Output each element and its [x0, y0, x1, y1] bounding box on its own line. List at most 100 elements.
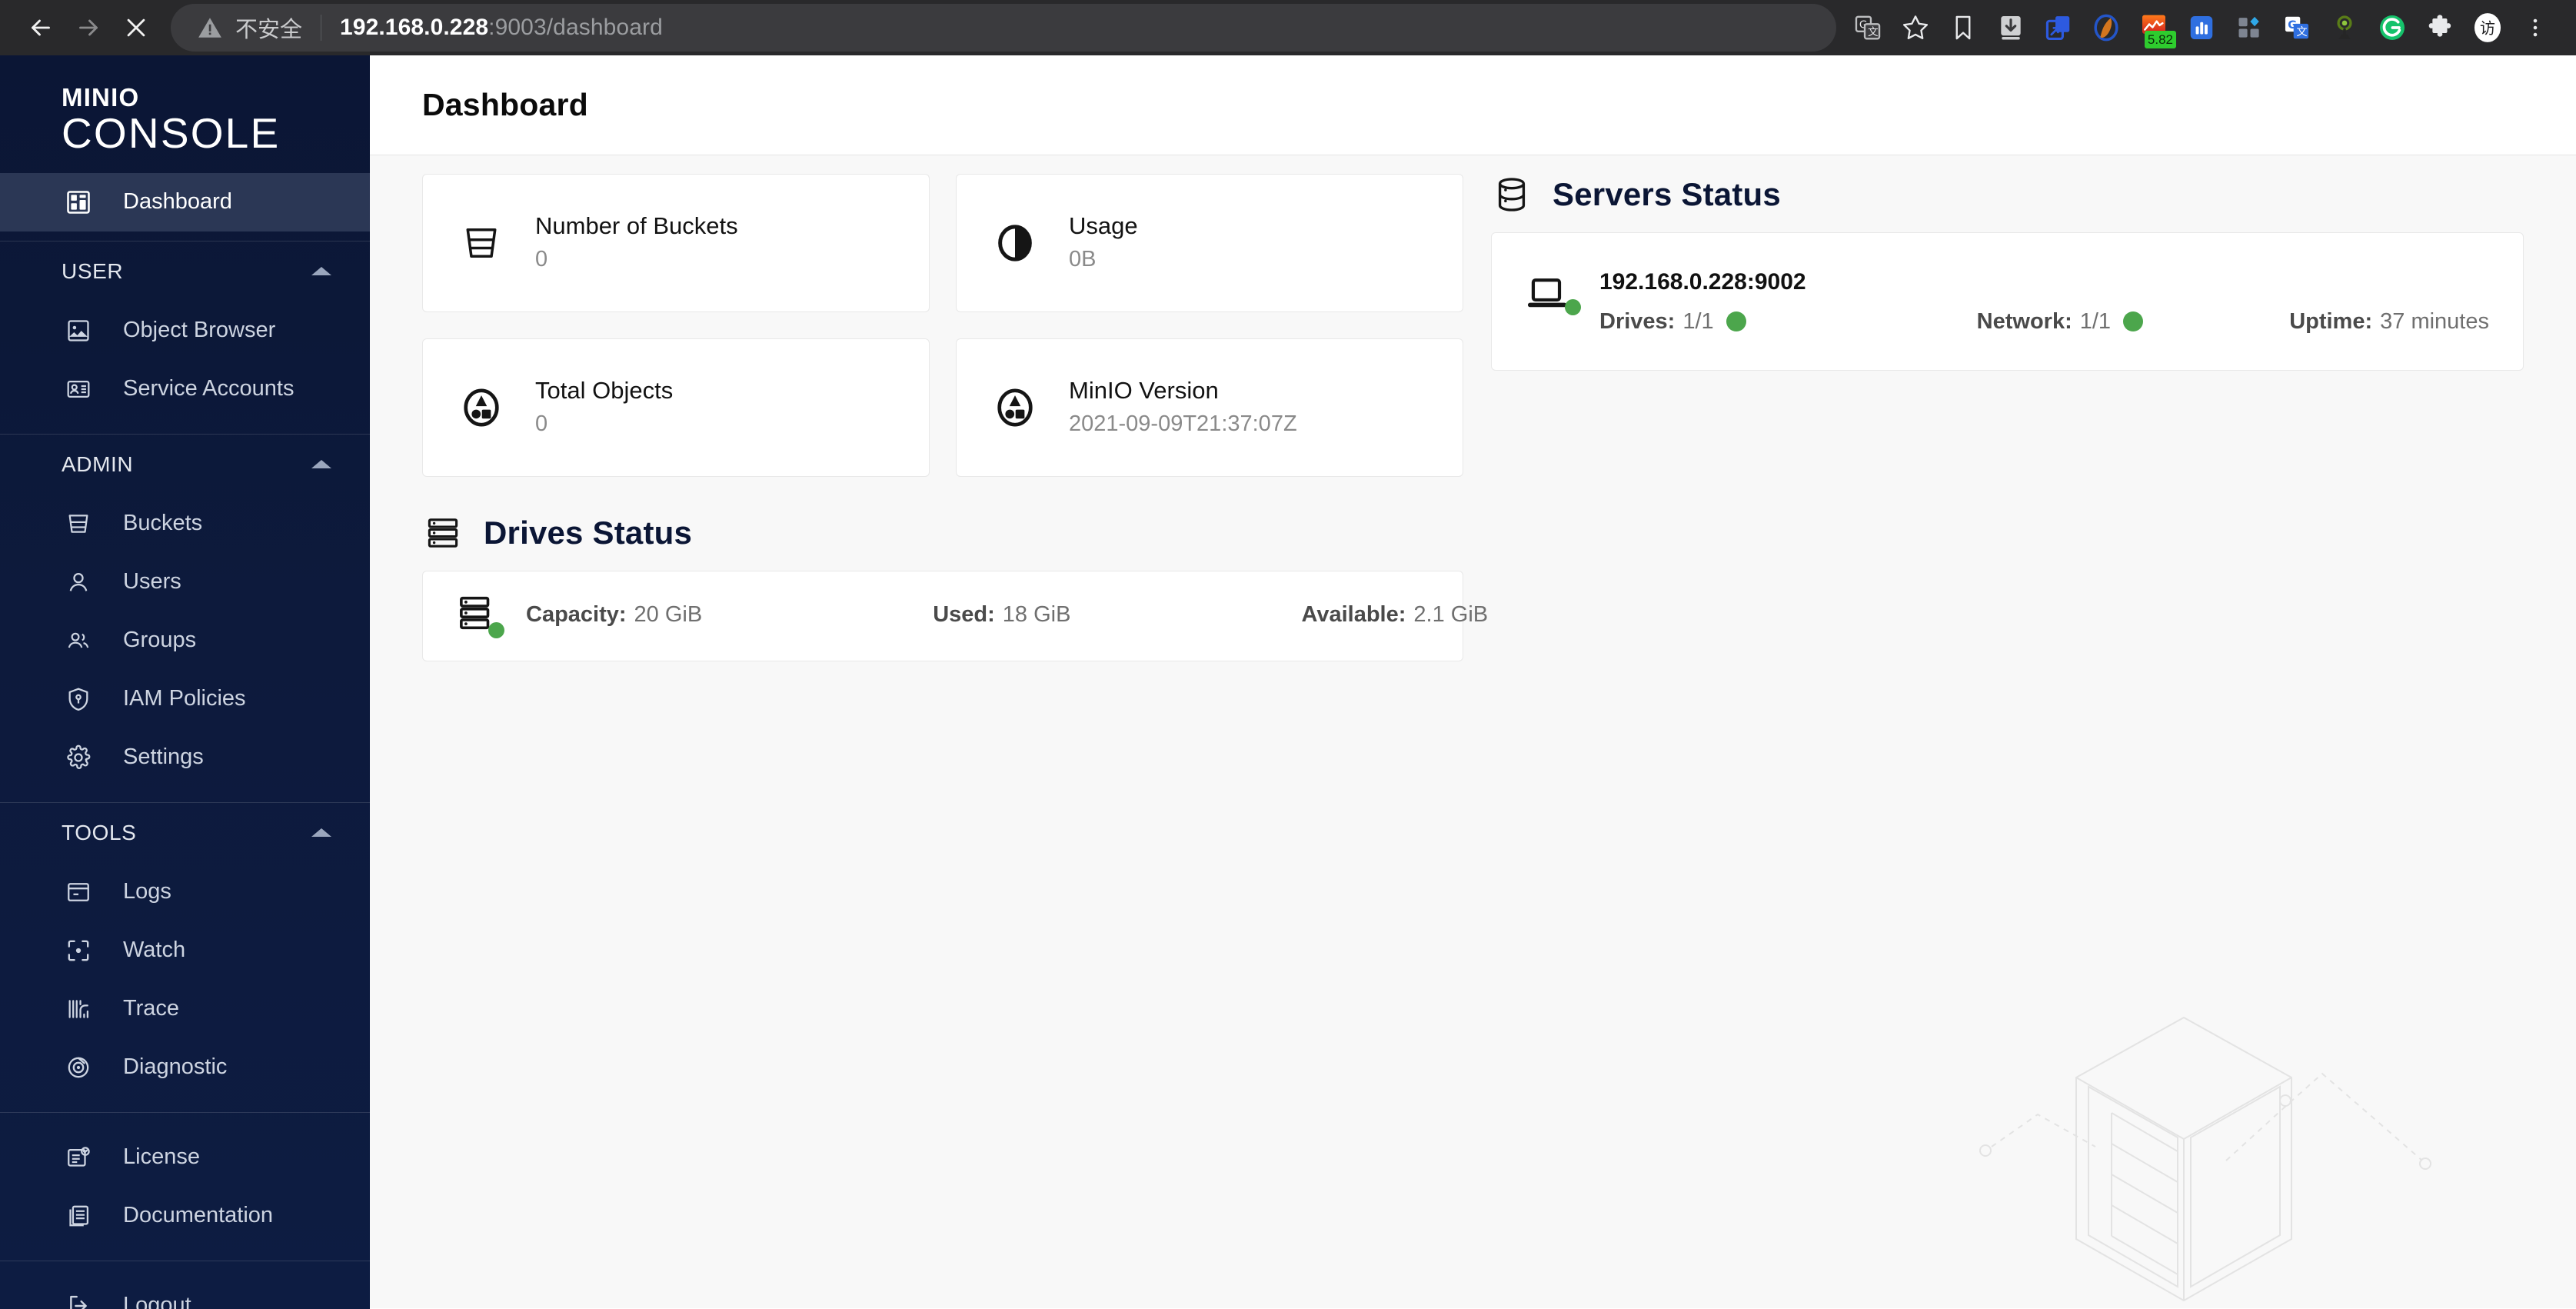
- logs-icon: [62, 875, 95, 909]
- sidebar-item-label: Groups: [123, 628, 197, 653]
- server-uptime-label: Uptime:: [2289, 308, 2373, 334]
- sidebar-item-label: Logs: [123, 879, 171, 904]
- sidebar-item-settings[interactable]: Settings: [0, 728, 370, 787]
- back-arrow-icon[interactable]: [17, 4, 65, 52]
- translate-icon[interactable]: G 文: [1844, 4, 1892, 52]
- drive-capacity: Capacity: 20 GiB: [526, 602, 702, 628]
- drives-status-dot: [1726, 311, 1746, 331]
- sidebar-item-watch[interactable]: Watch: [0, 921, 370, 980]
- drive-capacity-value: 20 GiB: [634, 601, 703, 627]
- drives-icon: [422, 512, 464, 554]
- sidebar-group-admin-title: ADMIN: [62, 451, 134, 476]
- kpi-row-2: Total Objects 0 MinIO Version 2021-09-09…: [422, 338, 1463, 477]
- profile-avatar-icon[interactable]: 访: [2464, 4, 2511, 52]
- sidebar-item-buckets[interactable]: Buckets: [0, 495, 370, 553]
- grammarly-extension-icon[interactable]: [2368, 4, 2416, 52]
- sidebar-group-logout: Logout: [0, 1261, 370, 1309]
- sidebar-item-label: Trace: [123, 996, 180, 1021]
- dashboard-left-column: Number of Buckets 0 Usage 0B Total Objec…: [422, 174, 1488, 661]
- kpi-label: Total Objects: [535, 376, 674, 404]
- sidebar-item-users[interactable]: Users: [0, 553, 370, 611]
- sidebar-group-admin-header[interactable]: ADMIN: [0, 435, 370, 495]
- object-browser-icon: [62, 314, 95, 348]
- dashboard-columns: Number of Buckets 0 Usage 0B Total Objec…: [422, 174, 2524, 661]
- kpi-value: 0: [535, 247, 548, 272]
- sidebar-item-logout[interactable]: Logout: [0, 1277, 370, 1309]
- servers-status-panel: 192.168.0.228:9002 Drives: 1/1 Network: …: [1491, 232, 2524, 371]
- browser-menu-icon[interactable]: [2511, 4, 2559, 52]
- address-bar[interactable]: 不安全 192.168.0.228:9003/dashboard: [171, 4, 1836, 52]
- sidebar-group-tools-title: TOOLS: [62, 820, 137, 844]
- drive-capacity-label: Capacity:: [526, 601, 627, 627]
- bookmark-star-icon[interactable]: [1892, 4, 1939, 52]
- drive-available-value: 2.1 GiB: [1413, 601, 1489, 627]
- minio-console-logo: MINIO CONSOLE: [0, 55, 370, 158]
- sidebar-group-user-title: USER: [62, 258, 124, 283]
- kpi-value: 2021-09-09T21:37:07Z: [1069, 411, 1297, 437]
- sidebar-group-admin: ADMIN Buckets Users Groups IAM Policies …: [0, 435, 370, 803]
- diagnostic-icon: [62, 1051, 95, 1084]
- sidebar-item-iam-policies[interactable]: IAM Policies: [0, 670, 370, 728]
- server-host: 192.168.0.228:9002: [1599, 268, 1806, 295]
- objects-icon: [990, 383, 1040, 432]
- sidebar-item-documentation[interactable]: Documentation: [0, 1187, 370, 1245]
- sidebar-item-groups[interactable]: Groups: [0, 611, 370, 670]
- user-icon: [62, 565, 95, 599]
- chevron-up-icon: [311, 267, 331, 276]
- sidebar-item-license[interactable]: License: [0, 1128, 370, 1187]
- drive-status-indicator: [488, 622, 504, 638]
- logo-minio-text: MINIO: [62, 83, 140, 112]
- chevron-up-icon: [311, 460, 331, 469]
- puzzle-extensions-icon[interactable]: [2416, 4, 2464, 52]
- drives-status-header: Drives Status: [422, 512, 1463, 554]
- google-translate-extension-icon[interactable]: G 文: [2273, 4, 2321, 52]
- screenshot-extension-icon[interactable]: [2035, 4, 2082, 52]
- bucket-icon: [62, 507, 95, 541]
- kpi-row-1: Number of Buckets 0 Usage 0B: [422, 174, 1463, 312]
- sidebar: MINIO CONSOLE Dashboard USER Object Brow…: [0, 55, 370, 1309]
- analytics-extension-icon[interactable]: [2178, 4, 2225, 52]
- chevron-up-icon: [311, 828, 331, 838]
- kpi-card-total-objects: Total Objects 0: [422, 338, 930, 477]
- dashboard-content: Number of Buckets 0 Usage 0B Total Objec…: [370, 155, 2576, 1308]
- reading-list-icon[interactable]: [1939, 4, 1987, 52]
- kpi-label: MinIO Version: [1069, 376, 1219, 404]
- sidebar-item-logs[interactable]: Logs: [0, 863, 370, 921]
- drive-used: Used: 18 GiB: [933, 602, 1070, 628]
- documentation-icon: [62, 1199, 95, 1233]
- server-status-indicator: [1565, 298, 1581, 315]
- paint-extension-icon[interactable]: [2082, 4, 2130, 52]
- drives-status-panel: Capacity: 20 GiB Used: 18 GiB Available:…: [422, 571, 1488, 661]
- servers-status-title: Servers Status: [1553, 176, 1781, 212]
- kpi-card-usage: Usage 0B: [956, 174, 1463, 312]
- kpi-card-minio-version: MinIO Version 2021-09-09T21:37:07Z: [956, 338, 1463, 477]
- server-drives-label: Drives:: [1599, 308, 1676, 334]
- url-text: 192.168.0.228:9003/dashboard: [340, 15, 663, 41]
- sidebar-group-extra: License Documentation: [0, 1113, 370, 1261]
- pie-usage-icon: [990, 218, 1040, 268]
- server-network-label: Network:: [1976, 308, 2072, 334]
- sidebar-group-tools-header[interactable]: TOOLS: [0, 803, 370, 863]
- not-secure-warning-icon: [198, 18, 221, 38]
- drive-stack-icon: [457, 592, 504, 638]
- server-uptime: Uptime: 37 minutes: [2289, 309, 2489, 335]
- drive-available: Available: 2.1 GiB: [1301, 602, 1488, 628]
- server-network: Network: 1/1: [1976, 308, 2144, 335]
- stop-loading-icon[interactable]: [112, 4, 160, 52]
- sidebar-item-label: IAM Policies: [123, 686, 246, 711]
- chart-extension-icon[interactable]: 5.82: [2130, 4, 2178, 52]
- sidebar-item-dashboard[interactable]: Dashboard: [0, 172, 370, 231]
- dashboard-icon: [62, 185, 95, 219]
- downloads-icon[interactable]: [1987, 4, 2035, 52]
- sidebar-item-service-accounts[interactable]: Service Accounts: [0, 360, 370, 418]
- spy-extension-icon[interactable]: [2321, 4, 2368, 52]
- url-host: 192.168.0.228: [340, 15, 489, 40]
- kpi-label: Number of Buckets: [535, 212, 738, 239]
- svg-text:文: 文: [2296, 25, 2307, 38]
- sidebar-item-object-browser[interactable]: Object Browser: [0, 301, 370, 360]
- forward-arrow-icon[interactable]: [65, 4, 112, 52]
- sidebar-item-trace[interactable]: Trace: [0, 980, 370, 1038]
- sidebar-item-diagnostic[interactable]: Diagnostic: [0, 1038, 370, 1097]
- sidebar-group-user-header[interactable]: USER: [0, 241, 370, 301]
- grid-extension-icon[interactable]: [2225, 4, 2273, 52]
